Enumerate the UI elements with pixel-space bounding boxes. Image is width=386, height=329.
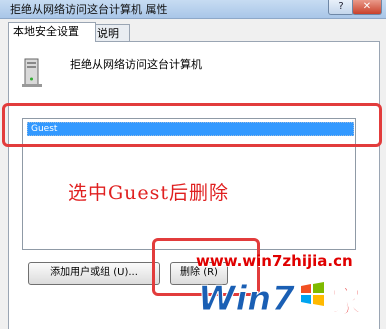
tab-local-security-setting[interactable]: 本地安全设置 (8, 22, 96, 42)
close-button[interactable]: ✕ (352, 0, 382, 15)
logo-text-jia: 家 (331, 285, 361, 320)
help-button[interactable]: ? (328, 0, 354, 15)
tab-strip: 本地安全设置 说明 (8, 22, 378, 42)
policy-name: 拒绝从网络访问这台计算机 (70, 58, 202, 71)
highlight-frame-list (2, 103, 382, 147)
computer-tower-icon (22, 58, 42, 87)
win7-logo: Win7 家 (198, 279, 362, 321)
add-user-or-group-button[interactable]: 添加用户或组 (U)... (28, 262, 160, 285)
title-bar: 拒绝从网络访问这台计算机 属性 ? ✕ (0, 0, 386, 19)
windows-flag-icon (297, 279, 327, 309)
window-title: 拒绝从网络访问这台计算机 属性 (10, 3, 168, 16)
tab-explain[interactable]: 说明 (92, 24, 130, 42)
logo-text-win7: Win7 (198, 279, 295, 319)
instruction-annotation: 选中Guest后删除 (68, 182, 230, 204)
